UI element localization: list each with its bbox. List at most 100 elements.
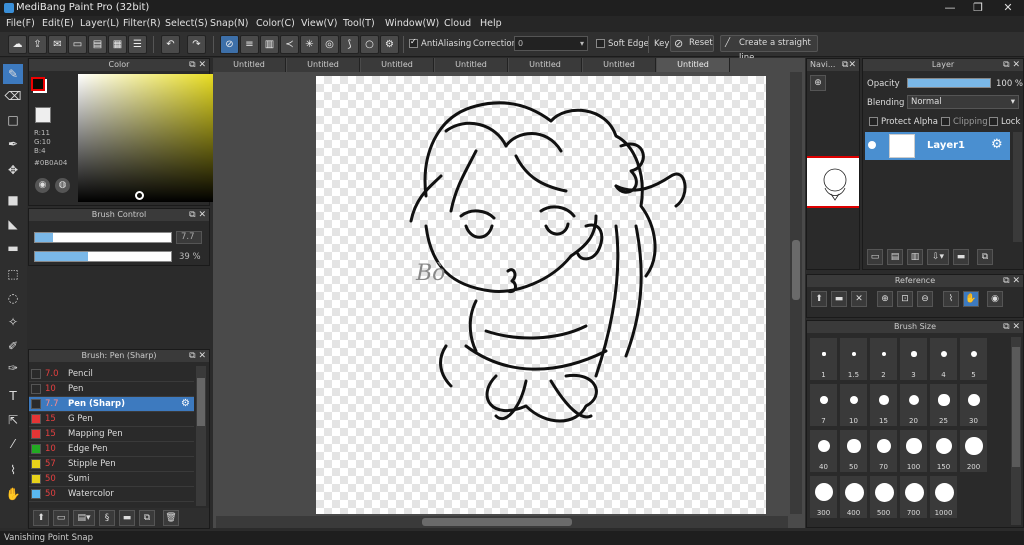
close-icon[interactable]: ⧉ ✕ (189, 209, 206, 221)
maximize-button[interactable]: ❐ (964, 0, 992, 16)
zoom-out-icon[interactable]: ⊖ (917, 291, 933, 307)
snap-settings-icon[interactable]: ⚙ (380, 35, 399, 54)
layer-list-scrollbar[interactable] (1013, 132, 1022, 242)
select-rect-tool-icon[interactable]: ⬚ (3, 264, 23, 284)
brush-list-item[interactable]: 50 Sumi (29, 472, 194, 487)
cross-snap-icon[interactable]: ▥ (260, 35, 279, 54)
menu-layer[interactable]: Layer(L) (80, 18, 119, 29)
brush-size-option[interactable]: 150 (929, 429, 958, 473)
gradient-tool-icon[interactable]: ▬ (3, 238, 23, 258)
brush-list-item[interactable]: 15 G Pen (29, 412, 194, 427)
lock-checkbox[interactable] (989, 117, 998, 126)
brush-list-item[interactable]: 7.0 Pencil (29, 367, 194, 382)
brush-size-option[interactable]: 10 (839, 383, 868, 427)
close-icon[interactable]: ⧉ ✕ (189, 350, 206, 362)
tab-untitled-2[interactable]: Untitled (287, 58, 360, 72)
open-reference-icon[interactable]: ▬ (831, 291, 847, 307)
undo-icon[interactable]: ↶ (161, 35, 180, 54)
text-tool-icon[interactable]: T (3, 386, 23, 406)
select-pen-tool-icon[interactable]: ✐ (3, 336, 23, 356)
brush-list-item[interactable]: 15 Mapping Pen (29, 427, 194, 442)
layer-row[interactable]: Layer1 ⚙ (865, 132, 1010, 160)
transparent-color-swatch[interactable] (35, 107, 51, 123)
brush-size-option[interactable]: 200 (959, 429, 988, 473)
brush-size-option[interactable]: 40 (809, 429, 838, 473)
brush-size-option[interactable]: 100 (899, 429, 928, 473)
brush-opacity-slider[interactable] (34, 251, 172, 262)
hand-icon[interactable]: ✋ (963, 291, 979, 307)
brush-size-option[interactable]: 15 (869, 383, 898, 427)
menu-color[interactable]: Color(C) (256, 18, 295, 29)
pen-tool-icon[interactable]: ✒ (3, 134, 23, 154)
brush-size-option[interactable]: 1 (809, 337, 838, 381)
parallel-snap-icon[interactable]: ≡ (240, 35, 259, 54)
correction-select[interactable]: 0 ▾ (514, 36, 588, 51)
select-eraser-tool-icon[interactable]: ✑ (3, 358, 23, 378)
palette-icon[interactable]: ◉ (35, 178, 50, 193)
new-layer-icon[interactable]: ▭ (867, 249, 883, 265)
zoom-icon[interactable]: ⊕ (810, 75, 826, 91)
brush-list-item[interactable]: 10 Pen (29, 382, 194, 397)
list-icon[interactable]: ☰ (128, 35, 147, 54)
cloud-icon[interactable]: ☁ (8, 35, 27, 54)
menu-cloud[interactable]: Cloud (444, 18, 471, 29)
brush-tool-icon[interactable]: ✎ (3, 64, 23, 84)
brush-size-option[interactable]: 500 (869, 475, 898, 519)
brush-list-item[interactable]: 50 Watercolor (29, 487, 194, 502)
brush-size-option[interactable]: 5 (959, 337, 988, 381)
brush-size-scrollbar[interactable] (1011, 337, 1021, 525)
menu-filter[interactable]: Filter(R) (123, 18, 161, 29)
foreground-color-swatch[interactable] (31, 77, 45, 91)
layer-opacity-slider[interactable] (907, 78, 991, 88)
brush-size-option[interactable]: 4 (929, 337, 958, 381)
brush-size-option[interactable]: 70 (869, 429, 898, 473)
brush-list-item[interactable]: 7.7 Pen (Sharp) ⚙ (29, 397, 194, 412)
duplicate-icon[interactable]: ⧉ (139, 510, 155, 526)
new-file-icon[interactable]: ▭ (68, 35, 87, 54)
antialiasing-checkbox[interactable] (409, 37, 418, 48)
brush-size-option[interactable]: 2 (869, 337, 898, 381)
folder-icon[interactable]: ▬ (119, 510, 135, 526)
menu-file[interactable]: File(F) (6, 18, 35, 29)
brush-size-option[interactable]: 1000 (929, 475, 958, 519)
tab-untitled-4[interactable]: Untitled (435, 58, 508, 72)
brush-list-scrollbar[interactable] (196, 366, 206, 506)
menu-help[interactable]: Help (480, 18, 502, 29)
fill-shape-tool-icon[interactable]: ■ (3, 190, 23, 210)
close-reference-icon[interactable]: ✕ (851, 291, 867, 307)
menu-window[interactable]: Window(W) (385, 18, 439, 29)
brush-size-option[interactable]: 7 (809, 383, 838, 427)
reset-button[interactable]: ⊘ Reset (670, 35, 714, 52)
tab-untitled-5[interactable]: Untitled (509, 58, 582, 72)
layer-name[interactable]: Layer1 (927, 140, 965, 151)
brush-size-option[interactable]: 50 (839, 429, 868, 473)
new-halftone-layer-icon[interactable]: ▤ (887, 249, 903, 265)
lasso-tool-icon[interactable]: ◌ (3, 288, 23, 308)
menu-tool[interactable]: Tool(T) (343, 18, 375, 29)
navigator-preview[interactable] (807, 156, 859, 208)
redo-icon[interactable]: ↷ (187, 35, 206, 54)
bucket-tool-icon[interactable]: ◣ (3, 214, 23, 234)
canvas-horizontal-scrollbar[interactable] (216, 516, 788, 528)
saturation-value-picker[interactable] (78, 74, 218, 202)
gear-icon[interactable]: ⚙ (181, 398, 190, 409)
menu-edit[interactable]: Edit(E) (42, 18, 74, 29)
upload-icon[interactable]: ⬆ (811, 291, 827, 307)
eyedropper-icon[interactable]: ⌇ (943, 291, 959, 307)
operation-tool-icon[interactable]: ⇱ (3, 410, 23, 430)
minimize-button[interactable]: — (936, 0, 964, 16)
layer-folder-icon[interactable]: ▬ (953, 249, 969, 265)
brush-size-option[interactable]: 400 (839, 475, 868, 519)
grid-icon[interactable]: ▦ (108, 35, 127, 54)
visibility-icon[interactable] (868, 141, 876, 149)
layer-menu-icon[interactable]: ⇩▾ (927, 249, 949, 265)
brush-list-item[interactable]: 57 Stipple Pen (29, 457, 194, 472)
brush-menu-icon[interactable]: ▤▾ (73, 510, 95, 526)
canvas-vertical-scrollbar[interactable] (790, 72, 802, 514)
brush-size-option[interactable]: 30 (959, 383, 988, 427)
new-8bit-layer-icon[interactable]: ▥ (907, 249, 923, 265)
new-brush-icon[interactable]: ▭ (53, 510, 69, 526)
menu-select[interactable]: Select(S) (165, 18, 208, 29)
straight-line-button[interactable]: ╱Create a straight line (720, 35, 818, 63)
rectangle-tool-icon[interactable]: □ (3, 110, 23, 130)
